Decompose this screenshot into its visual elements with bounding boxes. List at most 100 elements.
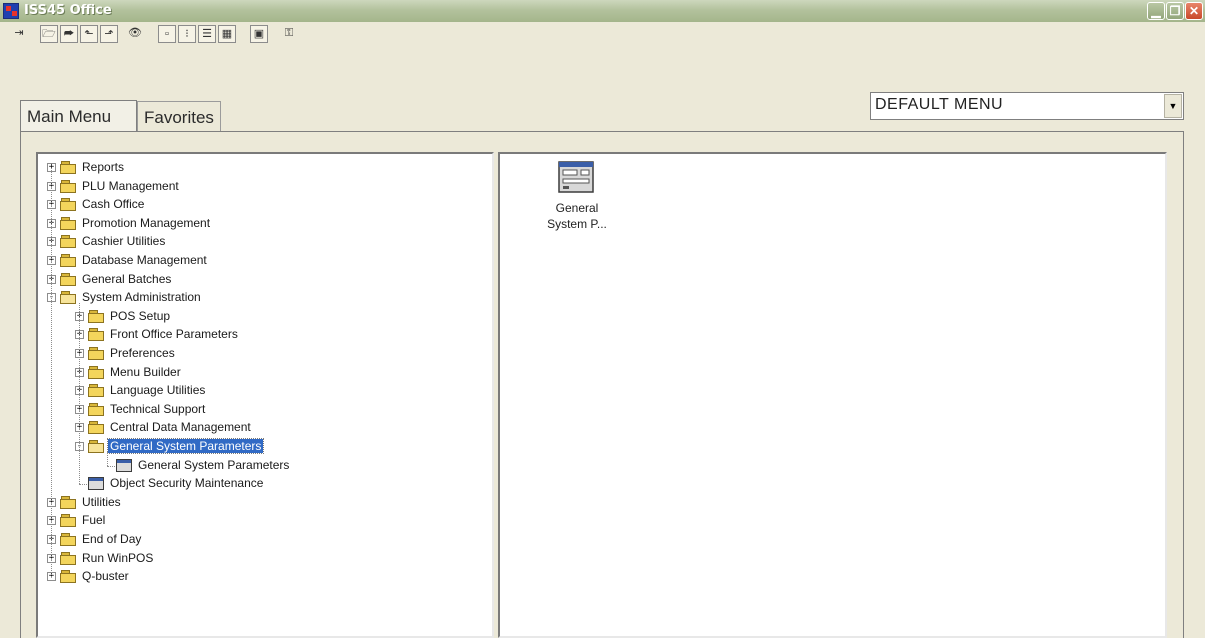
tree-item-label: Technical Support xyxy=(110,401,206,416)
tree-item-label: Object Security Maintenance xyxy=(110,476,264,491)
tree-connector xyxy=(79,303,80,485)
folder-icon xyxy=(60,514,77,528)
folder-icon xyxy=(60,254,77,267)
folder-icon xyxy=(60,570,77,584)
tree-item[interactable]: + Central Data Management xyxy=(38,419,478,437)
minimize-button[interactable]: ▁ xyxy=(1147,2,1165,20)
tree-item-label: Central Data Management xyxy=(110,420,251,435)
form-large-icon[interactable] xyxy=(557,160,597,194)
tree-item-label: Language Utilities xyxy=(110,383,206,398)
tree-item[interactable]: + Database Management xyxy=(38,252,478,270)
tree-item-label: System Administration xyxy=(82,290,201,305)
folder-up-icon[interactable]: ⬑ xyxy=(80,25,98,43)
menu-tree[interactable]: + Reports + PLU Management + Cash Office + Prom… xyxy=(36,152,494,638)
folder-icon xyxy=(60,161,77,174)
tree-item-label: General System Parameters xyxy=(106,438,265,454)
folder-icon xyxy=(88,402,105,416)
key-icon[interactable]: ⚿ xyxy=(280,25,298,43)
open-folder-forward-icon[interactable]: ⮫ xyxy=(60,25,78,43)
tree-item[interactable]: + Cashier Utilities xyxy=(38,233,478,251)
tree-item[interactable]: + General Batches xyxy=(38,271,478,289)
tree-item-label: General Batches xyxy=(82,271,172,286)
folder-next-icon[interactable]: ⬏ xyxy=(100,25,118,43)
tree-item[interactable]: + Utilities xyxy=(38,494,478,512)
tree-item-label: Front Office Parameters xyxy=(110,327,238,342)
tree-item[interactable]: + Cash Office xyxy=(38,196,478,214)
tree-item[interactable]: - General System Parameters xyxy=(38,438,478,456)
folder-icon xyxy=(60,235,77,249)
folder-icon xyxy=(88,309,105,323)
open-folder-icon[interactable]: 🗁 xyxy=(40,25,58,43)
tree-item[interactable]: + Promotion Management xyxy=(38,215,478,233)
menu-select[interactable]: DEFAULT MENU ▼ xyxy=(870,92,1184,120)
folder-icon xyxy=(60,179,77,193)
folder-icon xyxy=(88,328,105,342)
tree-item-label: Fuel xyxy=(82,513,106,528)
tree-item-label: Cashier Utilities xyxy=(82,234,166,249)
list-view-icon[interactable]: ☰ xyxy=(198,25,216,43)
app-icon[interactable] xyxy=(3,3,19,19)
tree-item[interactable]: + End of Day xyxy=(38,531,478,549)
tree-item[interactable]: Object Security Maintenance xyxy=(38,475,478,493)
tree-item[interactable]: + PLU Management xyxy=(38,178,478,196)
tree-item[interactable]: + Reports xyxy=(38,159,478,177)
menu-select-value: DEFAULT MENU xyxy=(875,96,1004,113)
tree-item-label: Reports xyxy=(82,160,125,174)
form-icon xyxy=(116,458,132,472)
tree-item[interactable]: General System Parameters xyxy=(38,457,478,475)
tree-item-label: Database Management xyxy=(82,253,207,267)
folder-icon xyxy=(88,365,105,379)
tree-item-label: Promotion Management xyxy=(82,215,211,230)
maximize-button[interactable]: ❐ xyxy=(1166,2,1184,20)
folder-icon xyxy=(88,384,105,398)
tree-item[interactable]: + Q-buster xyxy=(38,568,478,586)
folder-icon xyxy=(60,495,77,509)
tree-item-label: Menu Builder xyxy=(110,364,181,379)
toolbar: ⇥ 🗁 ⮫ ⬑ ⬏ 👁 ▫ ⁝ ☰ ▦ ▣ ⚿ xyxy=(0,22,1205,46)
tree-item[interactable]: + Preferences xyxy=(38,345,478,363)
find-binoculars-icon[interactable]: 👁 xyxy=(126,25,144,43)
tree-item-label: End of Day xyxy=(82,532,142,546)
tab-main-menu[interactable]: Main Menu xyxy=(20,100,137,132)
folder-icon xyxy=(88,421,105,435)
tree-item-label: PLU Management xyxy=(82,178,179,193)
folder-icon xyxy=(60,551,77,565)
open-folder-icon xyxy=(88,440,105,453)
tree-item-label: Utilities xyxy=(82,494,121,509)
tree-item[interactable]: - System Administration xyxy=(38,289,478,307)
details-view-icon[interactable]: ▦ xyxy=(218,25,236,43)
tree-connector xyxy=(51,168,52,578)
tree-connector xyxy=(107,452,108,466)
tree-item-label: Run WinPOS xyxy=(82,550,154,565)
tree-item[interactable]: + Front Office Parameters xyxy=(38,326,478,344)
chevron-down-icon[interactable]: ▼ xyxy=(1164,94,1182,118)
content-item-label-line1: General xyxy=(555,201,599,215)
properties-icon[interactable]: ▣ xyxy=(250,25,268,43)
tree-item[interactable]: + Run WinPOS xyxy=(38,550,478,568)
close-button[interactable]: ✕ xyxy=(1185,2,1203,20)
tree-item[interactable]: + Technical Support xyxy=(38,401,478,419)
folder-icon xyxy=(60,533,77,546)
small-icons-view-icon[interactable]: ⁝ xyxy=(178,25,196,43)
content-item-label[interactable]: General System P... xyxy=(523,200,631,232)
tree-item-label: POS Setup xyxy=(110,308,171,323)
open-folder-icon xyxy=(60,291,77,305)
folder-icon xyxy=(60,272,77,286)
tree-item-label: Preferences xyxy=(110,346,175,360)
tree-item[interactable]: + Language Utilities xyxy=(38,382,478,400)
exit-icon[interactable]: ⇥ xyxy=(10,25,28,43)
large-icons-view-icon[interactable]: ▫ xyxy=(158,25,176,43)
folder-icon xyxy=(60,198,77,212)
folder-icon xyxy=(88,347,105,360)
tree-item-label: General System Parameters xyxy=(138,457,290,472)
folder-icon xyxy=(60,216,77,230)
tree-item[interactable]: + Menu Builder xyxy=(38,364,478,382)
tree-item-label: Cash Office xyxy=(82,197,145,212)
tree-item-label: Q-buster xyxy=(82,569,129,584)
tab-favorites[interactable]: Favorites xyxy=(137,101,221,131)
content-item-label-line2: System P... xyxy=(547,217,607,231)
tree-item[interactable]: + Fuel xyxy=(38,512,478,530)
title-bar: ISS45 Office ▁ ❐ ✕ xyxy=(0,0,1205,23)
tree-item[interactable]: + POS Setup xyxy=(38,308,478,326)
window-title: ISS45 Office xyxy=(24,3,112,18)
